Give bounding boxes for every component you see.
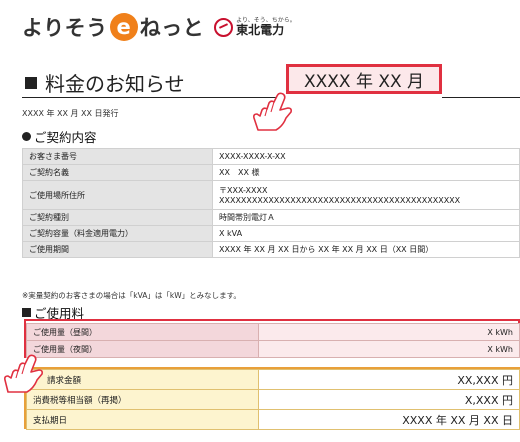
- row-value: XX,XXX 円: [258, 369, 520, 390]
- logo-e-icon: e: [109, 13, 138, 41]
- row-label: ご契約種別: [22, 209, 213, 226]
- brand-name: 東北電力: [236, 23, 285, 37]
- address: XXXXXXXXXXXXXXXXXXXXXXXXXXXXXXXXXXXXXXXX…: [219, 196, 461, 205]
- row-value: XXXX-XXXX-X-XX: [212, 148, 520, 165]
- row-label: ご契約名義: [22, 164, 213, 181]
- table-row: お客さま番号 XXXX-XXXX-X-XX: [22, 148, 520, 165]
- pointing-hand-icon: [4, 354, 43, 393]
- postal-code: 〒XXX-XXXX: [219, 186, 268, 195]
- table-row: ご契約種別 時間帯別電灯Ａ: [22, 209, 520, 226]
- row-label: ご契約容量（料金適用電力）: [22, 225, 213, 242]
- row-value: 時間帯別電灯Ａ: [212, 209, 520, 226]
- table-row: ご使用場所住所 〒XXX-XXXX XXXXXXXXXXXXXXXXXXXXXX…: [22, 180, 520, 210]
- title-bullet-icon: [25, 76, 37, 89]
- row-value: X,XXX 円: [258, 389, 520, 410]
- row-value: X kWh: [258, 340, 520, 358]
- table-row: ご契約名義 XX XX 様: [22, 164, 520, 181]
- table-row: ご契約容量（料金適用電力） X kVA: [22, 225, 520, 242]
- table-row: 支払期日 XXXX 年 XX 月 XX 日: [26, 409, 520, 430]
- row-value: XXXX 年 XX 月 XX 日から XX 年 XX 月 XX 日（XX 日間）: [212, 241, 520, 258]
- row-label: 支払期日: [26, 409, 259, 430]
- table-row: ご使用期間 XXXX 年 XX 月 XX 日から XX 年 XX 月 XX 日（…: [22, 241, 520, 258]
- row-value: X kVA: [212, 225, 520, 242]
- row-label: ご使用場所住所: [22, 180, 213, 210]
- pointing-hand-icon: [253, 92, 292, 131]
- logo-text-post: ねっと: [139, 16, 205, 40]
- row-label: お客さま番号: [22, 148, 213, 165]
- site-logo: よりそう e ねっと より、そう、ちから。 東北電力: [22, 10, 296, 44]
- usage-table: ご使用量（昼間） X kWh ご使用量（夜間） X kWh: [26, 323, 520, 358]
- row-value: 〒XXX-XXXX XXXXXXXXXXXXXXXXXXXXXXXXXXXXXX…: [212, 180, 520, 210]
- table-row: 請求金額 XX,XXX 円: [26, 369, 520, 390]
- billing-month-box: XXXX 年 XX 月: [286, 64, 442, 94]
- issue-date: XXXX 年 XX 月 XX 日発行: [22, 109, 119, 118]
- row-label: ご使用量（昼間）: [26, 323, 259, 341]
- tohoku-electric-logo-icon: [214, 17, 234, 37]
- row-value: XX XX 様: [212, 164, 520, 181]
- page-title: 料金のお知らせ: [25, 68, 185, 97]
- row-value: XXXX 年 XX 月 XX 日: [258, 409, 520, 430]
- logo-text-pre: よりそう: [22, 16, 108, 40]
- heading-bullet-icon: [22, 308, 31, 317]
- row-label: 消費税等相当額（再掲）: [26, 389, 259, 410]
- table-row: ご使用量（夜間） X kWh: [26, 340, 520, 358]
- row-label: ご使用期間: [22, 241, 213, 258]
- tohoku-electric-logo: より、そう、ちから。 東北電力: [214, 17, 296, 37]
- contract-heading-text: ご契約内容: [34, 130, 97, 145]
- billing-month-text: XXXX 年 XX 月: [303, 71, 425, 92]
- row-label: 請求金額: [26, 369, 259, 390]
- month-underline: [442, 97, 520, 98]
- row-value: X kWh: [258, 323, 520, 341]
- table-row: ご使用量（昼間） X kWh: [26, 323, 520, 341]
- contract-note: ※実量契約のお客さまの場合は「kVA」は「kW」とみなします。: [22, 291, 241, 300]
- billing-table: 請求金額 XX,XXX 円 消費税等相当額（再掲） X,XXX 円 支払期日 X…: [26, 369, 520, 430]
- page-title-text: 料金のお知らせ: [45, 72, 185, 96]
- title-underline: [22, 97, 280, 98]
- table-row: 消費税等相当額（再掲） X,XXX 円: [26, 389, 520, 410]
- heading-bullet-icon: [22, 132, 31, 141]
- contract-heading: ご契約内容: [22, 127, 97, 146]
- row-label: ご使用量（夜間）: [26, 340, 259, 358]
- contract-table: お客さま番号 XXXX-XXXX-X-XX ご契約名義 XX XX 様 ご使用場…: [22, 148, 520, 258]
